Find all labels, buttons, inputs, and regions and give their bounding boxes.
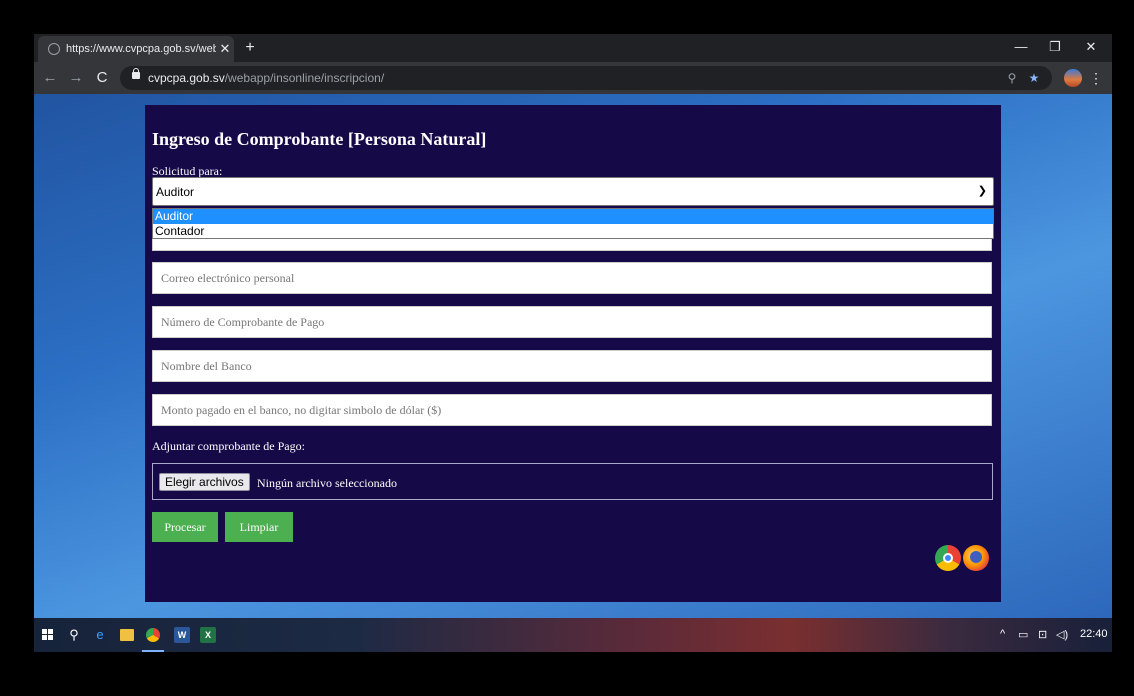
banco-input[interactable] — [153, 351, 991, 381]
profile-avatar[interactable] — [1064, 69, 1082, 87]
new-tab-button[interactable]: + — [240, 38, 260, 58]
email-input[interactable] — [153, 263, 991, 293]
address-bar[interactable]: cvpcpa.gob.sv/webapp/insonline/inscripci… — [120, 66, 1052, 90]
solicitud-select[interactable]: Auditor ❯ — [152, 177, 994, 206]
chrome-taskbar-icon[interactable] — [146, 628, 160, 642]
word-icon[interactable]: W — [174, 627, 190, 643]
network-icon[interactable]: ⊡ — [1038, 628, 1047, 641]
file-status: Ningún archivo seleccionado — [257, 476, 397, 490]
forward-button[interactable]: → — [66, 68, 86, 88]
option-contador[interactable]: Contador — [153, 224, 993, 239]
banco-field[interactable] — [152, 350, 992, 382]
bookmark-star-icon[interactable]: ★ — [1026, 70, 1042, 86]
url-text: cvpcpa.gob.sv/webapp/insonline/inscripci… — [148, 71, 384, 85]
adjuntar-label: Adjuntar comprobante de Pago: — [152, 439, 305, 453]
browser-toolbar: ← → C cvpcpa.gob.sv/webapp/insonline/ins… — [34, 62, 1112, 94]
screen: https://www.cvpcpa.gob.sv/weba ✕ + — ❐ ✕… — [34, 34, 1112, 652]
windows-start-icon[interactable] — [42, 629, 54, 641]
clock[interactable]: 22:40 — [1080, 628, 1108, 640]
chrome-logo-icon — [935, 545, 961, 571]
battery-icon[interactable]: ▭ — [1018, 628, 1028, 641]
search-icon[interactable]: ⚲ — [66, 627, 82, 643]
close-window-button[interactable]: ✕ — [1074, 34, 1108, 62]
procesar-button[interactable]: Procesar — [152, 512, 218, 542]
taskbar: ⚲ e W X ^ ▭ ⊡ ◁) 22:40 — [34, 618, 1112, 652]
solicitud-dropdown: Auditor Contador — [152, 208, 994, 239]
firefox-logo-icon — [963, 545, 989, 571]
monto-field[interactable] — [152, 394, 992, 426]
restore-button[interactable]: ❐ — [1038, 34, 1072, 62]
edge-icon[interactable]: e — [92, 627, 108, 643]
excel-icon[interactable]: X — [200, 627, 216, 643]
option-auditor[interactable]: Auditor — [153, 209, 993, 224]
choose-files-button[interactable]: Elegir archivos — [159, 473, 250, 491]
tray-chevron-icon[interactable]: ^ — [1000, 628, 1005, 640]
volume-icon[interactable]: ◁) — [1056, 628, 1068, 641]
comprobante-input[interactable] — [153, 307, 991, 337]
chevron-down-icon: ❯ — [977, 185, 987, 197]
globe-icon — [48, 43, 60, 55]
tab-title: https://www.cvpcpa.gob.sv/weba — [66, 43, 216, 55]
file-upload: Elegir archivos Ningún archivo seleccion… — [152, 463, 993, 500]
active-app-indicator — [142, 650, 164, 652]
browser-tab-bar: https://www.cvpcpa.gob.sv/weba ✕ + — ❐ ✕ — [34, 34, 1112, 62]
url-domain: cvpcpa.gob.sv — [148, 71, 225, 85]
email-field[interactable] — [152, 262, 992, 294]
lock-icon — [132, 68, 140, 79]
browser-menu-icon[interactable]: ⋮ — [1088, 68, 1104, 88]
limpiar-button[interactable]: Limpiar — [225, 512, 293, 542]
monto-input[interactable] — [153, 395, 991, 425]
reload-button[interactable]: C — [92, 68, 112, 88]
solicitud-selected-value: Auditor — [156, 185, 195, 199]
comprobante-field[interactable] — [152, 306, 992, 338]
page-title: Ingreso de Comprobante [Persona Natural] — [152, 129, 487, 149]
page-content: Ingreso de Comprobante [Persona Natural]… — [145, 105, 1001, 602]
minimize-button[interactable]: — — [1004, 34, 1038, 62]
url-path: /webapp/insonline/inscripcion/ — [224, 71, 385, 85]
browser-tab[interactable]: https://www.cvpcpa.gob.sv/weba ✕ — [38, 36, 234, 62]
close-tab-icon[interactable]: ✕ — [216, 41, 234, 57]
file-explorer-icon[interactable] — [120, 629, 134, 641]
zoom-icon[interactable]: ⚲ — [1004, 70, 1020, 86]
back-button[interactable]: ← — [40, 68, 60, 88]
